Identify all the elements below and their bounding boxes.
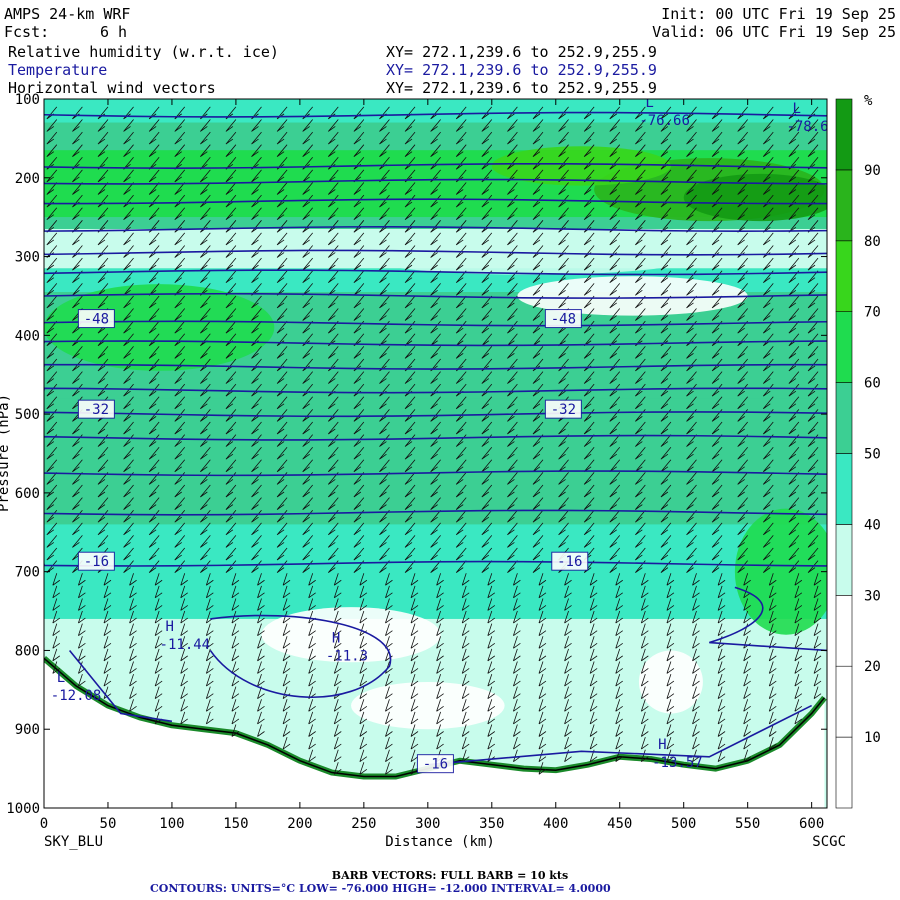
rh-band bbox=[44, 99, 827, 123]
y-axis-title: Pressure (hPa) bbox=[0, 394, 12, 512]
colorbar-tick-label: 80 bbox=[864, 234, 881, 250]
colorbar-tick-label: 20 bbox=[864, 659, 881, 675]
y-tick-label: 600 bbox=[15, 486, 40, 502]
x-tick-label: 600 bbox=[799, 816, 824, 832]
field-rh-xy: XY= 272.1,239.6 to 252.9,255.9 bbox=[386, 43, 657, 61]
extremum-type: L bbox=[57, 670, 65, 686]
contour-label: -48 bbox=[77, 309, 115, 329]
x-tick-label: 200 bbox=[287, 816, 312, 832]
x-tick-label: 450 bbox=[607, 816, 632, 832]
contour-label: -32 bbox=[544, 399, 582, 419]
x-tick-label: 100 bbox=[159, 816, 184, 832]
contour-label-text: -16 bbox=[423, 757, 448, 773]
extremum-value: -78.6 bbox=[786, 119, 828, 135]
y-tick-label: 800 bbox=[15, 643, 40, 659]
model-title: AMPS 24-km WRF bbox=[4, 5, 130, 23]
colorbar-swatch bbox=[835, 594, 853, 667]
x-tick-label: 150 bbox=[223, 816, 248, 832]
x-start-label: SKY_BLU bbox=[44, 834, 103, 850]
rh-band bbox=[44, 524, 827, 619]
rh-feature bbox=[683, 173, 827, 222]
contour-label-text: -16 bbox=[84, 554, 109, 570]
y-tick-label: 400 bbox=[15, 328, 40, 344]
y-tick-label: 200 bbox=[15, 171, 40, 187]
y-tick-label: 1000 bbox=[6, 801, 40, 817]
footer-barb-text: BARB VECTORS: FULL BARB = 10 kts bbox=[332, 869, 568, 882]
fcst-value: 6 h bbox=[100, 23, 127, 41]
header: AMPS 24-km WRF Fcst: 6 h Init: 00 UTC Fr… bbox=[4, 5, 896, 97]
contour-label-text: -48 bbox=[551, 312, 576, 328]
colorbar-tick-label: 70 bbox=[864, 305, 881, 321]
contour-label: -16 bbox=[551, 551, 589, 571]
contour-label-text: -32 bbox=[84, 402, 109, 418]
extremum-value: -11.44 bbox=[160, 637, 211, 653]
rh-band bbox=[44, 122, 827, 151]
colorbar-tick-label: 60 bbox=[864, 376, 881, 392]
x-tick-label: 50 bbox=[100, 816, 117, 832]
colorbar: % 10 20 30 40 50 60 70 80 90 bbox=[835, 93, 881, 809]
contour-label: -32 bbox=[77, 399, 115, 419]
colorbar-tick-label: 40 bbox=[864, 517, 881, 533]
colorbar-swatch bbox=[835, 311, 853, 383]
cross-section-chart: AMPS 24-km WRF Fcst: 6 h Init: 00 UTC Fr… bbox=[0, 5, 896, 895]
contour-label-text: -32 bbox=[551, 402, 576, 418]
rh-band bbox=[44, 398, 827, 525]
y-tick-label: 500 bbox=[15, 407, 40, 423]
contour-label-text: -16 bbox=[557, 554, 582, 570]
x-tick-label: 400 bbox=[543, 816, 568, 832]
field-temperature-xy: XY= 272.1,239.6 to 252.9,255.9 bbox=[386, 61, 657, 79]
extremum-type: H bbox=[658, 737, 666, 753]
colorbar-unit: % bbox=[864, 93, 873, 109]
x-tick-label: 550 bbox=[735, 816, 760, 832]
x-tick-label: 0 bbox=[40, 816, 48, 832]
extremum-value: -13.57 bbox=[652, 755, 703, 771]
contour-label-text: -48 bbox=[84, 312, 109, 328]
field-wind-xy: XY= 272.1,239.6 to 252.9,255.9 bbox=[386, 79, 657, 97]
contour-label: -16 bbox=[416, 754, 454, 774]
colorbar-tick-label: 90 bbox=[864, 163, 881, 179]
y-tick-label: 300 bbox=[15, 250, 40, 266]
valid-time: Valid: 06 UTC Fri 19 Sep 25 bbox=[652, 23, 896, 41]
extremum-value: -11.3 bbox=[326, 649, 368, 665]
extremum-type: L bbox=[792, 101, 800, 117]
colorbar-swatch bbox=[835, 240, 853, 313]
colorbar-tick-label: 30 bbox=[864, 588, 881, 604]
y-tick-label: 700 bbox=[15, 565, 40, 581]
extremum-type: H bbox=[166, 619, 174, 635]
extremum-value: -12.08 bbox=[51, 688, 102, 704]
colorbar-swatch bbox=[835, 665, 853, 738]
x-tick-label: 500 bbox=[671, 816, 696, 832]
extremum-type: H bbox=[332, 631, 340, 647]
colorbar-tick-label: 50 bbox=[864, 447, 881, 463]
x-tick-label: 350 bbox=[479, 816, 504, 832]
rh-feature bbox=[351, 681, 505, 730]
x-tick-label: 300 bbox=[415, 816, 440, 832]
x-end-label: SCGC bbox=[812, 834, 846, 850]
footer-contour-text: CONTOURS: UNITS=°C LOW= -76.000 HIGH= -1… bbox=[150, 882, 611, 895]
colorbar-swatch bbox=[835, 98, 853, 171]
field-temperature: Temperature bbox=[8, 61, 107, 79]
colorbar-swatch bbox=[835, 169, 853, 242]
y-tick-label: 900 bbox=[15, 722, 40, 738]
extremum-value: -76.66 bbox=[639, 113, 690, 129]
colorbar-swatch bbox=[835, 453, 853, 525]
rh-shading bbox=[44, 99, 827, 808]
colorbar-tick-label: 10 bbox=[864, 730, 881, 746]
contour-label: -48 bbox=[544, 309, 582, 329]
y-tick-label: 100 bbox=[15, 92, 40, 108]
extremum-type: L bbox=[645, 95, 653, 111]
colorbar-swatch bbox=[835, 382, 853, 454]
init-time: Init: 00 UTC Fri 19 Sep 25 bbox=[661, 5, 896, 23]
fcst-label: Fcst: bbox=[4, 23, 49, 41]
colorbar-swatch bbox=[835, 524, 853, 596]
colorbar-swatch bbox=[835, 736, 853, 809]
contour-label: -16 bbox=[77, 551, 115, 571]
field-rh: Relative humidity (w.r.t. ice) bbox=[8, 43, 279, 61]
plot-area: -48 -48 -32 -32 -16 -16 -16 H -11.44 H -11.3 L -12.0… bbox=[44, 95, 828, 808]
x-tick-label: 250 bbox=[351, 816, 376, 832]
x-axis-title: Distance (km) bbox=[385, 834, 495, 850]
